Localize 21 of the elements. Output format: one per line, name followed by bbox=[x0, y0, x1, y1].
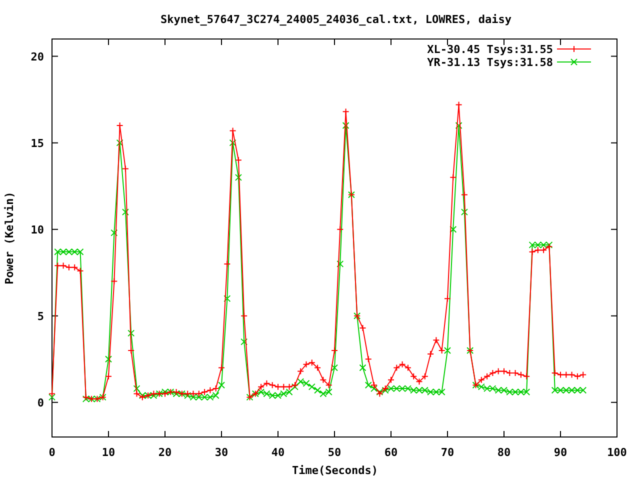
y-axis-label: Power (Kelvin) bbox=[3, 192, 16, 284]
y-tick-label: 0 bbox=[37, 396, 44, 410]
y-tick-label: 15 bbox=[30, 136, 44, 150]
x-tick-label: 30 bbox=[214, 446, 228, 459]
x-tick-label: 60 bbox=[384, 446, 398, 459]
y-tick-label: 10 bbox=[30, 223, 44, 236]
legend-label: YR-31.13 Tsys:31.58 bbox=[427, 56, 553, 69]
x-tick-label: 70 bbox=[440, 446, 454, 459]
x-tick-label: 80 bbox=[497, 446, 511, 459]
x-tick-label: 10 bbox=[102, 446, 116, 459]
x-axis-label: Time(Seconds) bbox=[292, 464, 378, 477]
chart-title: Skynet_57647_3C274_24005_24036_cal.txt, LOWRES, daisy bbox=[160, 13, 512, 26]
x-tick-label: 100 bbox=[607, 446, 627, 459]
x-tick-label: 20 bbox=[158, 446, 172, 459]
x-tick-label: 50 bbox=[328, 446, 342, 459]
x-tick-label: 90 bbox=[554, 446, 568, 459]
x-tick-label: 0 bbox=[48, 446, 56, 459]
y-tick-label: 20 bbox=[30, 50, 44, 64]
legend-label: XL-30.45 Tsys:31.55 bbox=[427, 43, 553, 56]
x-tick-label: 40 bbox=[271, 446, 285, 459]
y-tick-label: 5 bbox=[37, 310, 44, 323]
